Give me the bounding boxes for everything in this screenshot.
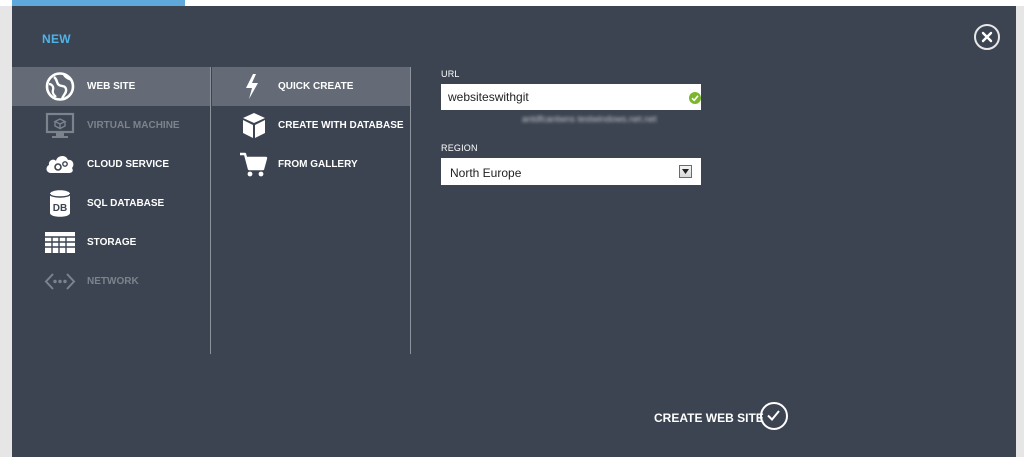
category-label: CLOUD SERVICE: [87, 159, 170, 170]
option-quick-create[interactable]: QUICK CREATE: [212, 67, 410, 106]
database-icon: DB: [49, 190, 71, 217]
storage-grid-icon: [45, 232, 75, 253]
create-web-site-button[interactable]: CREATE WEB SITE: [654, 402, 794, 432]
category-label: VIRTUAL MACHINE: [87, 120, 180, 131]
chevron-down-icon: [682, 169, 689, 174]
cart-icon: [240, 152, 268, 177]
url-input[interactable]: [441, 84, 701, 110]
category-label: STORAGE: [87, 237, 137, 248]
option-label: CREATE WITH DATABASE: [278, 120, 404, 131]
option-list: QUICK CREATE CREATE WITH DATABASE FROM G…: [212, 67, 410, 184]
create-button-label: CREATE WEB SITE: [654, 411, 764, 425]
checkmark-circle-icon: [760, 402, 788, 430]
category-sql-database[interactable]: DB SQL DATABASE: [12, 184, 210, 223]
dropdown-arrow-button[interactable]: [679, 165, 692, 178]
category-virtual-machine: VIRTUAL MACHINE: [12, 106, 210, 145]
category-cloud-service[interactable]: CLOUD SERVICE: [12, 145, 210, 184]
option-from-gallery[interactable]: FROM GALLERY: [212, 145, 410, 184]
category-label: SQL DATABASE: [87, 198, 165, 209]
column-divider: [210, 67, 211, 354]
category-label: NETWORK: [87, 276, 139, 287]
package-icon: [243, 113, 265, 138]
category-web-site[interactable]: WEB SITE: [12, 67, 210, 106]
url-label: URL: [441, 69, 460, 79]
lightning-icon: [246, 74, 258, 99]
new-dialog: NEW WEB SITE VIRTUAL MACHINE CLOUD SERVI…: [12, 6, 1016, 457]
globe-icon: [45, 72, 75, 101]
category-list: WEB SITE VIRTUAL MACHINE CLOUD SERVICE D…: [12, 67, 210, 301]
region-label: REGION: [441, 143, 478, 153]
close-button[interactable]: [974, 24, 1000, 50]
svg-text:DB: DB: [53, 203, 67, 214]
network-icon: [44, 273, 76, 290]
region-select[interactable]: North Europe: [441, 158, 701, 185]
category-network: NETWORK: [12, 262, 210, 301]
option-label: QUICK CREATE: [278, 81, 354, 92]
url-domain-hint: antdfcantwns testwindows.net.net: [522, 114, 657, 124]
option-create-with-database[interactable]: CREATE WITH DATABASE: [212, 106, 410, 145]
dialog-title: NEW: [42, 32, 71, 46]
category-label: WEB SITE: [87, 81, 136, 92]
url-valid-badge: [689, 92, 701, 104]
close-icon: [981, 31, 993, 43]
category-storage[interactable]: STORAGE: [12, 223, 210, 262]
column-divider: [410, 67, 411, 354]
option-label: FROM GALLERY: [278, 159, 358, 170]
checkmark-icon: [691, 95, 699, 102]
monitor-icon: [45, 112, 75, 138]
region-value: North Europe: [450, 166, 522, 180]
cloud-gears-icon: [46, 155, 74, 173]
